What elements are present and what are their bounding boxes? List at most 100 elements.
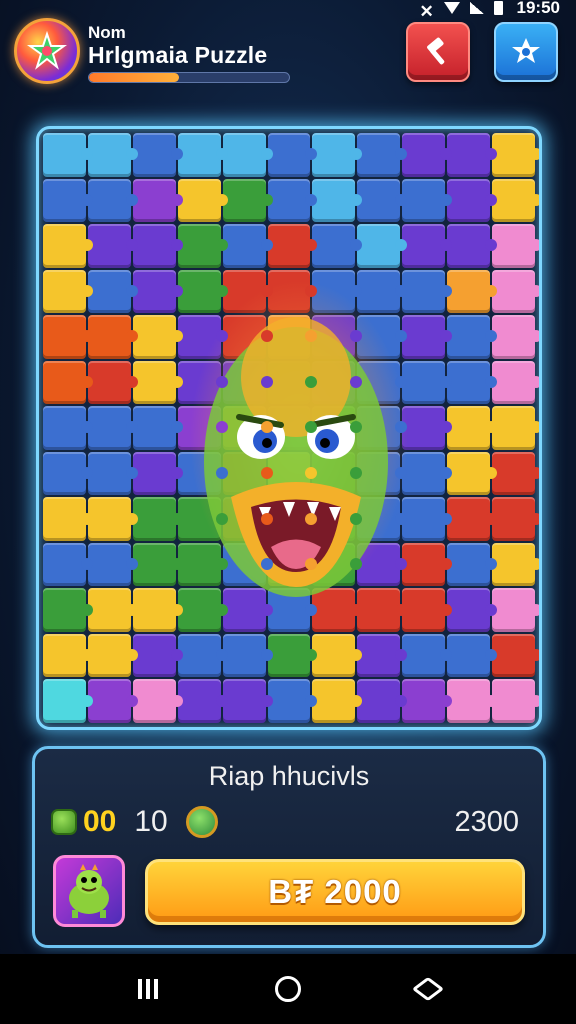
- puzzle-piece[interactable]: [43, 315, 93, 359]
- puzzle-piece[interactable]: [447, 633, 497, 678]
- puzzle-piece[interactable]: [87, 315, 138, 359]
- puzzle-piece[interactable]: [132, 542, 183, 587]
- puzzle-piece[interactable]: [43, 542, 93, 587]
- puzzle-piece[interactable]: [43, 633, 93, 678]
- puzzle-piece[interactable]: [447, 269, 497, 314]
- puzzle-piece[interactable]: [402, 406, 453, 450]
- puzzle-piece[interactable]: [492, 406, 539, 450]
- puzzle-piece[interactable]: [43, 178, 93, 223]
- puzzle-piece[interactable]: [87, 224, 138, 268]
- puzzle-piece[interactable]: [492, 315, 539, 359]
- puzzle-piece[interactable]: [132, 679, 183, 723]
- puzzle-piece[interactable]: [267, 633, 318, 678]
- puzzle-piece[interactable]: [43, 224, 93, 268]
- puzzle-piece[interactable]: [357, 133, 408, 177]
- puzzle-piece[interactable]: [267, 679, 318, 723]
- puzzle-piece[interactable]: [132, 497, 183, 541]
- puzzle-piece[interactable]: [222, 679, 273, 723]
- puzzle-piece[interactable]: [87, 451, 138, 496]
- back-icon[interactable]: [411, 976, 444, 1002]
- puzzle-piece[interactable]: [402, 451, 453, 496]
- dino-avatar-icon[interactable]: [53, 855, 125, 927]
- recents-icon[interactable]: [138, 979, 159, 999]
- puzzle-piece[interactable]: [87, 360, 138, 405]
- puzzle-piece[interactable]: [177, 679, 228, 723]
- puzzle-star-logo[interactable]: [14, 18, 80, 84]
- puzzle-piece[interactable]: [492, 178, 539, 223]
- puzzle-piece[interactable]: [357, 633, 408, 678]
- puzzle-piece[interactable]: [402, 178, 453, 223]
- play-button[interactable]: B₮ 2000: [145, 859, 525, 925]
- puzzle-piece[interactable]: [43, 269, 93, 314]
- puzzle-piece[interactable]: [87, 542, 138, 587]
- puzzle-piece[interactable]: [447, 451, 497, 496]
- puzzle-piece[interactable]: [132, 315, 183, 359]
- puzzle-piece[interactable]: [447, 588, 497, 632]
- puzzle-piece[interactable]: [87, 588, 138, 632]
- puzzle-piece[interactable]: [312, 178, 363, 223]
- puzzle-piece[interactable]: [492, 588, 539, 632]
- puzzle-piece[interactable]: [43, 406, 93, 450]
- puzzle-piece[interactable]: [492, 224, 539, 268]
- puzzle-piece[interactable]: [402, 542, 453, 587]
- puzzle-piece[interactable]: [222, 224, 273, 268]
- puzzle-piece[interactable]: [492, 133, 539, 177]
- puzzle-piece[interactable]: [267, 178, 318, 223]
- puzzle-piece[interactable]: [357, 224, 408, 268]
- puzzle-piece[interactable]: [402, 679, 453, 723]
- puzzle-piece[interactable]: [492, 633, 539, 678]
- puzzle-piece[interactable]: [492, 679, 539, 723]
- puzzle-piece[interactable]: [492, 542, 539, 587]
- puzzle-piece[interactable]: [132, 633, 183, 678]
- puzzle-piece[interactable]: [402, 497, 453, 541]
- puzzle-piece[interactable]: [402, 224, 453, 268]
- puzzle-piece[interactable]: [402, 588, 453, 632]
- puzzle-piece[interactable]: [357, 178, 408, 223]
- puzzle-piece[interactable]: [312, 679, 363, 723]
- puzzle-piece[interactable]: [222, 133, 273, 177]
- puzzle-piece[interactable]: [43, 133, 93, 177]
- puzzle-piece[interactable]: [402, 360, 453, 405]
- puzzle-piece[interactable]: [132, 360, 183, 405]
- hammer-button[interactable]: [406, 22, 470, 82]
- puzzle-piece[interactable]: [43, 588, 93, 632]
- puzzle-piece[interactable]: [447, 224, 497, 268]
- puzzle-piece[interactable]: [492, 269, 539, 314]
- puzzle-piece[interactable]: [43, 497, 93, 541]
- settings-button[interactable]: [494, 22, 558, 82]
- puzzle-piece[interactable]: [43, 360, 93, 405]
- puzzle-piece[interactable]: [312, 133, 363, 177]
- puzzle-piece[interactable]: [43, 679, 93, 723]
- puzzle-piece[interactable]: [87, 406, 138, 450]
- puzzle-piece[interactable]: [447, 679, 497, 723]
- puzzle-piece[interactable]: [447, 178, 497, 223]
- puzzle-piece[interactable]: [267, 133, 318, 177]
- puzzle-piece[interactable]: [447, 542, 497, 587]
- puzzle-piece[interactable]: [447, 406, 497, 450]
- puzzle-piece[interactable]: [177, 178, 228, 223]
- puzzle-piece[interactable]: [132, 451, 183, 496]
- puzzle-piece[interactable]: [447, 315, 497, 359]
- puzzle-piece[interactable]: [492, 451, 539, 496]
- puzzle-piece[interactable]: [312, 224, 363, 268]
- puzzle-piece[interactable]: [87, 633, 138, 678]
- puzzle-piece[interactable]: [357, 679, 408, 723]
- puzzle-piece[interactable]: [87, 133, 138, 177]
- puzzle-piece[interactable]: [492, 360, 539, 405]
- puzzle-piece[interactable]: [87, 497, 138, 541]
- puzzle-piece[interactable]: [43, 451, 93, 496]
- puzzle-piece[interactable]: [447, 133, 497, 177]
- puzzle-piece[interactable]: [132, 224, 183, 268]
- puzzle-piece[interactable]: [132, 133, 183, 177]
- puzzle-piece[interactable]: [132, 178, 183, 223]
- puzzle-piece[interactable]: [177, 224, 228, 268]
- puzzle-piece[interactable]: [222, 633, 273, 678]
- puzzle-piece[interactable]: [87, 269, 138, 314]
- puzzle-piece[interactable]: [132, 588, 183, 632]
- puzzle-piece[interactable]: [177, 133, 228, 177]
- puzzle-piece[interactable]: [492, 497, 539, 541]
- puzzle-piece[interactable]: [312, 633, 363, 678]
- puzzle-piece[interactable]: [87, 178, 138, 223]
- puzzle-piece[interactable]: [132, 406, 183, 450]
- puzzle-piece[interactable]: [222, 178, 273, 223]
